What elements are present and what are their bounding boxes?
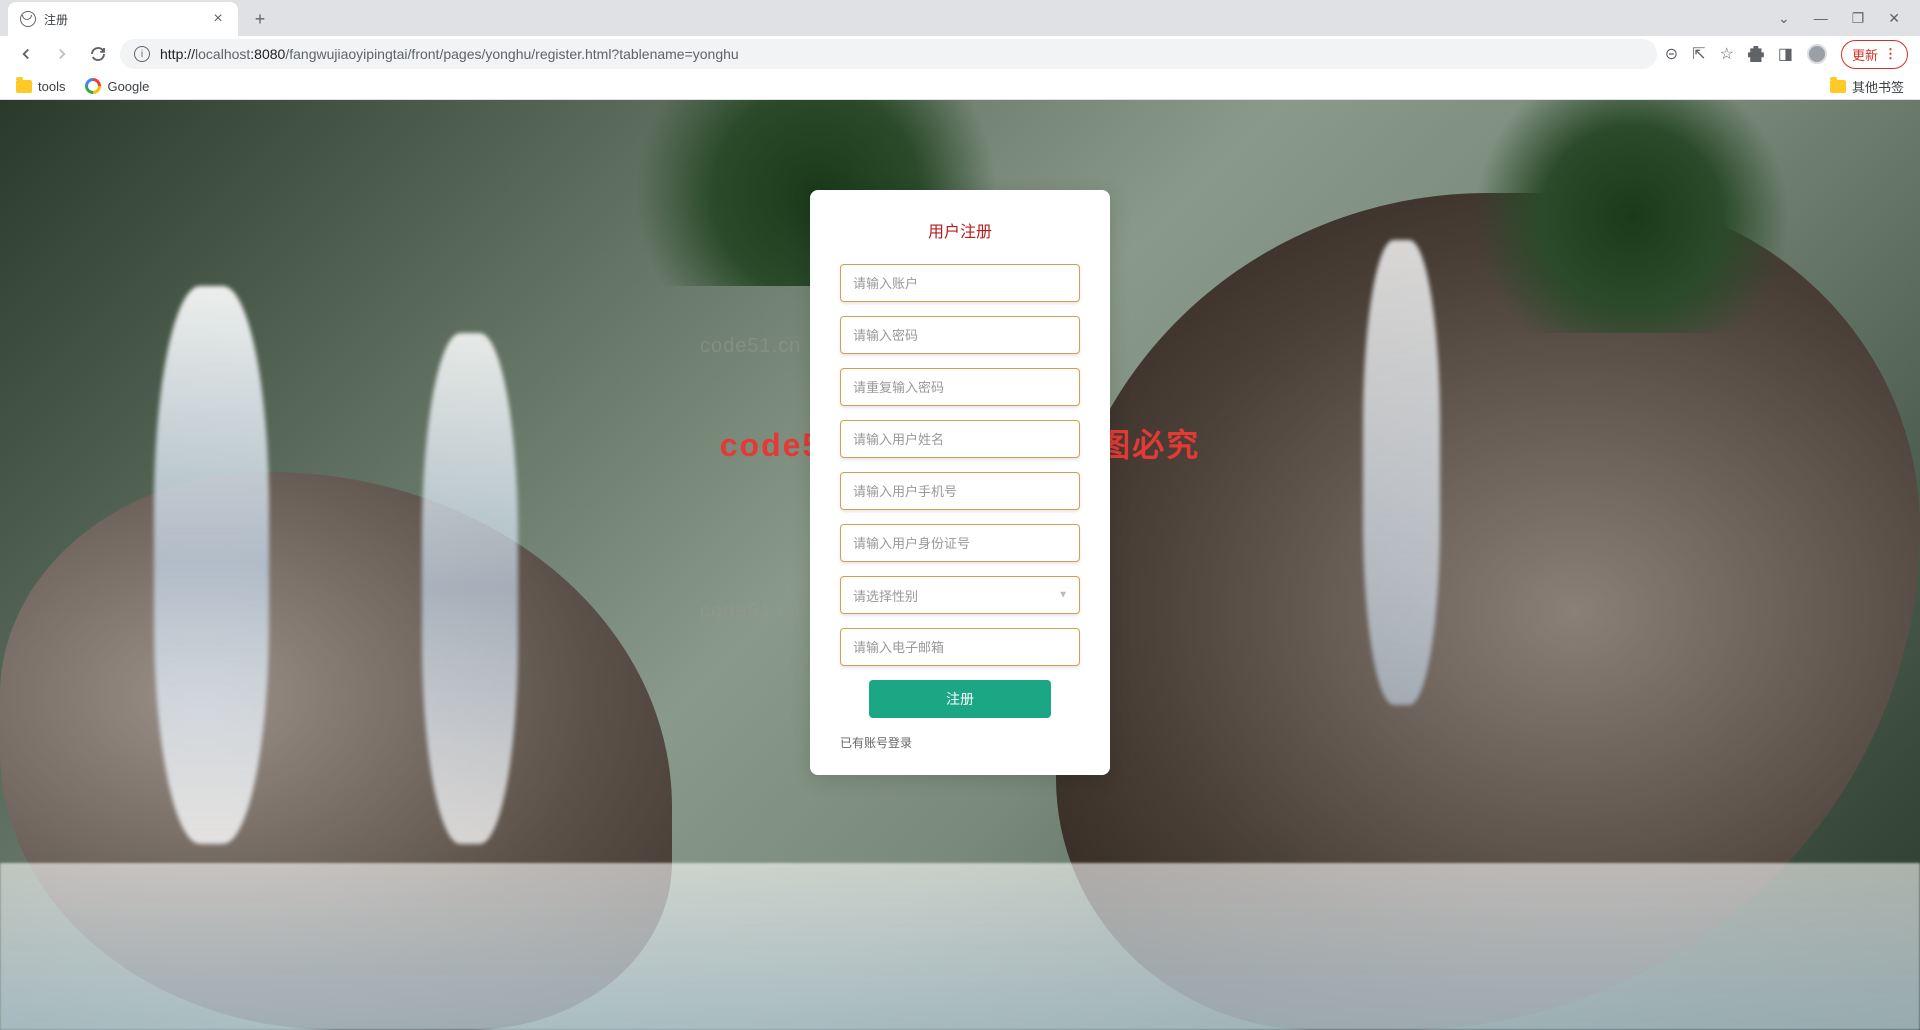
url-host: localhost <box>195 46 250 62</box>
google-icon <box>85 78 101 94</box>
forward-button[interactable] <box>48 40 76 68</box>
url-port: :8080 <box>250 46 285 62</box>
bookmark-other[interactable]: 其他书签 <box>1830 77 1904 96</box>
tab-title: 注册 <box>44 11 210 28</box>
profile-avatar[interactable] <box>1807 44 1827 64</box>
star-icon[interactable]: ☆ <box>1720 44 1734 64</box>
url-path: /fangwujiaoyipingtai/front/pages/yonghu/… <box>285 46 738 62</box>
password-confirm-input[interactable] <box>840 368 1080 406</box>
zoom-icon[interactable]: ⊝ <box>1665 44 1678 64</box>
register-button[interactable]: 注册 <box>869 680 1051 718</box>
globe-icon <box>20 11 36 27</box>
phone-input[interactable] <box>840 472 1080 510</box>
folder-icon <box>1830 80 1846 93</box>
url-bar[interactable]: i http://localhost:8080/fangwujiaoyiping… <box>120 39 1657 69</box>
browser-tab[interactable]: 注册 × <box>8 2 238 36</box>
back-button[interactable] <box>12 40 40 68</box>
register-card: 用户注册 请选择性别 ▼ 注册 已有账号 <box>810 190 1110 775</box>
maximize-icon[interactable]: ❐ <box>1852 10 1865 27</box>
reload-button[interactable] <box>84 40 112 68</box>
extensions-icon[interactable] <box>1748 46 1764 62</box>
info-icon[interactable]: i <box>134 46 150 62</box>
gender-select[interactable]: 请选择性别 <box>840 576 1080 614</box>
chevron-down-icon[interactable]: ⌄ <box>1778 10 1790 27</box>
window-controls: ⌄ — ❐ ✕ <box>1778 0 1920 36</box>
minimize-icon[interactable]: — <box>1814 10 1828 26</box>
update-button[interactable]: 更新 <box>1841 40 1908 69</box>
share-icon[interactable]: ⇱ <box>1692 44 1705 64</box>
tab-bar: 注册 × + ⌄ — ❐ ✕ <box>0 0 1920 36</box>
bookmarks-bar: tools Google 其他书签 <box>0 72 1920 100</box>
browser-chrome: 注册 × + ⌄ — ❐ ✕ i http://localhost:8080/f… <box>0 0 1920 100</box>
address-bar: i http://localhost:8080/fangwujiaoyiping… <box>0 36 1920 72</box>
page-content: code51.cn code51.cn code51.cn code51.cn … <box>0 100 1920 1030</box>
close-icon[interactable]: × <box>210 11 226 27</box>
close-window-icon[interactable]: ✕ <box>1888 10 1900 27</box>
bookmark-tools[interactable]: tools <box>16 79 65 94</box>
toolbar-right: ⊝ ⇱ ☆ ◨ 更新 <box>1665 40 1908 69</box>
email-input[interactable] <box>840 628 1080 666</box>
account-input[interactable] <box>840 264 1080 302</box>
register-title: 用户注册 <box>840 218 1080 242</box>
idcard-input[interactable] <box>840 524 1080 562</box>
folder-icon <box>16 80 32 93</box>
new-tab-button[interactable]: + <box>246 5 274 33</box>
sidepanel-icon[interactable]: ◨ <box>1778 44 1793 64</box>
login-link[interactable]: 已有账号登录 <box>840 734 1080 751</box>
password-input[interactable] <box>840 316 1080 354</box>
name-input[interactable] <box>840 420 1080 458</box>
bookmark-google[interactable]: Google <box>85 78 149 94</box>
